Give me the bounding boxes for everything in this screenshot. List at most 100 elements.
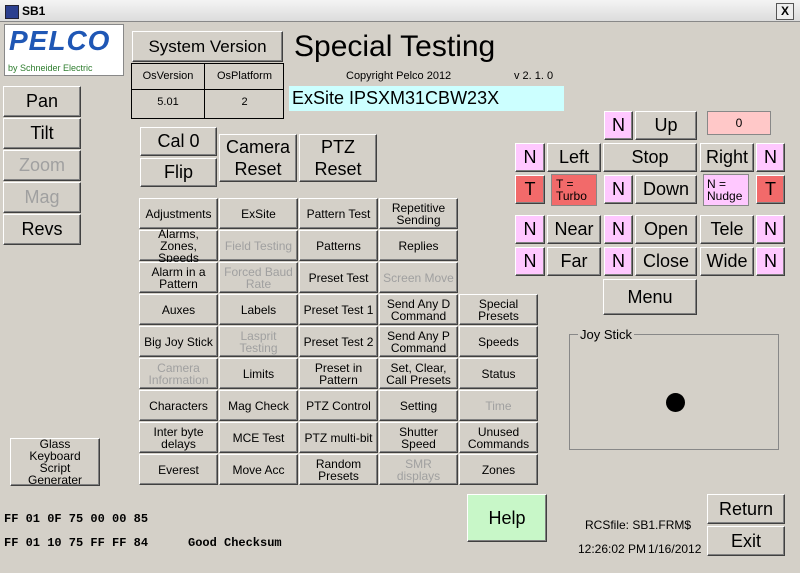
test-button-speeds[interactable]: Speeds [459,326,538,357]
test-button-patterns[interactable]: Patterns [299,230,378,261]
test-button-screen-move[interactable]: Screen Move [379,262,458,293]
test-button-mce-test[interactable]: MCE Test [219,422,298,453]
hex-line-1: FF 01 0F 75 00 00 85 [4,512,149,526]
tele-button[interactable]: Tele [700,215,754,244]
up-button[interactable]: Up [635,111,697,140]
return-button[interactable]: Return [707,494,785,524]
pan-button[interactable]: Pan [3,86,81,117]
close-icon[interactable]: X [776,3,794,20]
test-button-everest[interactable]: Everest [139,454,218,485]
joystick-area[interactable] [569,334,779,450]
test-button-special-presets[interactable]: Special Presets [459,294,538,325]
test-button-set-clear-call-presets[interactable]: Set, Clear, Call Presets [379,358,458,389]
test-button-camera-information[interactable]: Camera Information [139,358,218,389]
nudge-near-toggle[interactable]: N [515,215,545,244]
clock-time: 12:26:02 PM [578,542,647,556]
ptz-reset-line1: PTZ [321,137,355,157]
title-bar: SB1 X [0,0,800,22]
camera-reset-line1: Camera [225,137,291,157]
test-button-labels[interactable]: Labels [219,294,298,325]
left-button[interactable]: Left [547,143,601,172]
test-button-replies[interactable]: Replies [379,230,458,261]
test-button-auxes[interactable]: Auxes [139,294,218,325]
test-button-lasprit-testing[interactable]: Lasprit Testing [219,326,298,357]
test-button-pattern-test[interactable]: Pattern Test [299,198,378,229]
test-button-exsite[interactable]: ExSite [219,198,298,229]
test-button-alarms-zones-speeds[interactable]: Alarms, Zones, Speeds [139,228,218,264]
test-button-preset-test[interactable]: Preset Test [299,262,378,293]
wide-button[interactable]: Wide [700,247,754,276]
version-label: v 2. 1. 0 [514,70,554,82]
rcs-file: RCSfile: SB1.FRM$ [585,518,692,532]
test-button-smr-displays[interactable]: SMR displays [379,454,458,485]
nudge-right-toggle[interactable]: N [756,143,785,172]
stop-button[interactable]: Stop [603,143,697,172]
os-version-value: 5.01 [157,96,179,108]
test-button-random-presets[interactable]: Random Presets [299,454,378,485]
test-button-preset-in-pattern[interactable]: Preset in Pattern [299,358,378,389]
test-button-big-joy-stick[interactable]: Big Joy Stick [139,326,218,357]
mag-button[interactable]: Mag [3,182,81,213]
page-title: Special Testing [294,30,496,63]
menu-button[interactable]: Menu [603,279,697,315]
nudge-wide-toggle[interactable]: N [756,247,785,276]
nudge-open-toggle[interactable]: N [604,215,633,244]
turbo-right-toggle[interactable]: T [756,175,785,204]
test-button-status[interactable]: Status [459,358,538,389]
test-button-field-testing[interactable]: Field Testing [219,230,298,261]
flip-button[interactable]: Flip [140,158,217,187]
glass-keyboard-button[interactable]: Glass Keyboard Script Generater [10,438,100,486]
help-button[interactable]: Help [467,494,547,542]
test-button-shutter-speed[interactable]: Shutter Speed [379,422,458,453]
close-button[interactable]: Close [635,247,697,276]
zoom-button[interactable]: Zoom [3,150,81,181]
test-button-ptz-control[interactable]: PTZ Control [299,390,378,421]
test-button-send-any-d-command[interactable]: Send Any D Command [379,294,458,325]
test-button-inter-byte-delays[interactable]: Inter byte delays [139,422,218,453]
joystick-handle[interactable] [666,393,685,412]
right-button[interactable]: Right [700,143,754,172]
near-button[interactable]: Near [547,215,601,244]
test-button-ptz-multi-bit[interactable]: PTZ multi-bit [299,422,378,453]
cal0-button[interactable]: Cal 0 [140,127,217,156]
clock-date: 1/16/2012 [648,542,702,556]
test-button-unused-commands[interactable]: Unused Commands [459,422,538,453]
nudge-far-toggle[interactable]: N [515,247,545,276]
test-button-adjustments[interactable]: Adjustments [139,198,218,229]
joystick-label: Joy Stick [578,327,635,342]
test-button-preset-test-1[interactable]: Preset Test 1 [299,294,378,325]
nudge-close-toggle[interactable]: N [604,247,633,276]
far-button[interactable]: Far [547,247,601,276]
open-button[interactable]: Open [635,215,697,244]
test-button-alarm-in-a-pattern[interactable]: Alarm in a Pattern [139,262,218,293]
turbo-left-toggle[interactable]: T [515,175,545,204]
tilt-button[interactable]: Tilt [3,118,81,149]
test-button-limits[interactable]: Limits [219,358,298,389]
test-button-setting[interactable]: Setting [379,390,458,421]
test-button-zones[interactable]: Zones [459,454,538,485]
camera-reset-button[interactable]: Camera Reset [219,134,297,182]
nudge-left-toggle[interactable]: N [515,143,545,172]
exit-button[interactable]: Exit [707,526,785,556]
down-button[interactable]: Down [635,175,697,204]
os-platform-header: OsPlatform [216,70,272,82]
test-button-forced-baud-rate[interactable]: Forced Baud Rate [219,262,298,293]
camera-reset-line2: Reset [234,159,282,179]
ptz-reset-line2: Reset [314,159,362,179]
test-button-move-acc[interactable]: Move Acc [219,454,298,485]
test-button-preset-test-2[interactable]: Preset Test 2 [299,326,378,357]
nudge-up-toggle[interactable]: N [604,111,633,140]
nudge-tele-toggle[interactable]: N [756,215,785,244]
nudge-down-toggle[interactable]: N [604,175,633,204]
test-button-characters[interactable]: Characters [139,390,218,421]
test-button-time[interactable]: Time [459,390,538,421]
test-button-mag-check[interactable]: Mag Check [219,390,298,421]
system-version-button[interactable]: System Version [132,31,283,62]
os-version-header: OsVersion [142,70,194,82]
logo-byline: by Schneider Electric [8,63,93,73]
test-button-send-any-p-command[interactable]: Send Any P Command [379,326,458,357]
revs-button[interactable]: Revs [3,214,81,245]
test-button-repetitive-sending[interactable]: Repetitive Sending [379,198,458,229]
os-table: OsVersion OsPlatform 5.01 2 [131,63,284,119]
ptz-reset-button[interactable]: PTZ Reset [299,134,377,182]
